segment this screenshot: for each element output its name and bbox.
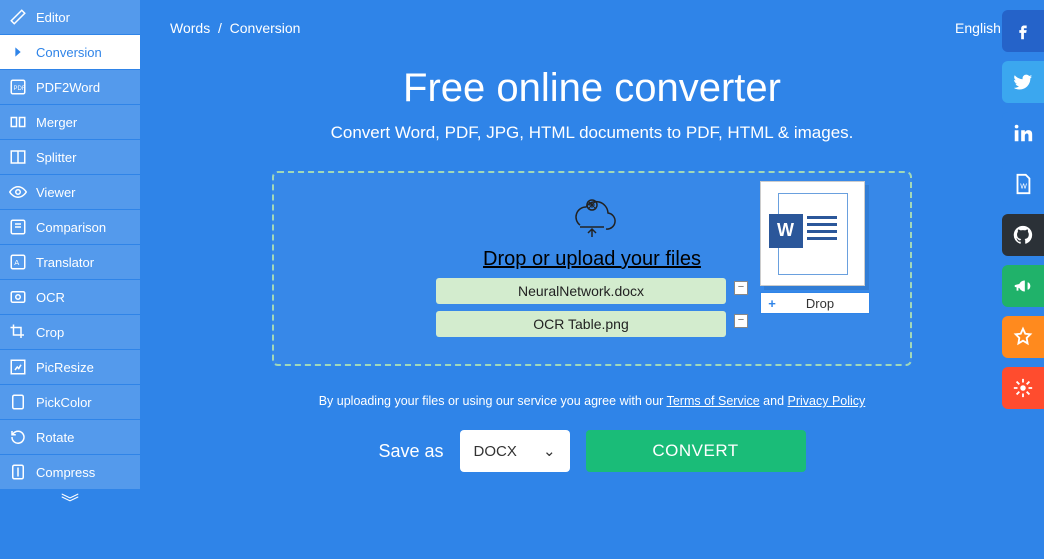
uploaded-file: OCR Table.png [436, 311, 726, 337]
rotate-icon [8, 427, 28, 447]
format-value: DOCX [474, 443, 517, 460]
editor-icon [8, 7, 28, 27]
spark-button[interactable] [1002, 367, 1044, 409]
svg-text:PDF: PDF [14, 86, 26, 92]
github-button[interactable] [1002, 214, 1044, 256]
word-doc-thumbnail[interactable]: W [760, 181, 865, 286]
sidebar-item-rotate[interactable]: Rotate [0, 420, 140, 454]
word-icon: W [769, 214, 803, 248]
svg-text:w: w [1019, 181, 1027, 191]
language-label: English [955, 20, 1001, 36]
sidebar-item-label: PDF2Word [36, 80, 100, 95]
conversion-icon [8, 42, 28, 62]
terms-text: By uploading your files or using our ser… [170, 394, 1014, 408]
announcement-button[interactable] [1002, 265, 1044, 307]
crop-icon [8, 322, 28, 342]
github-icon [1012, 224, 1034, 246]
sidebar: Editor Conversion PDF PDF2Word Merger Sp… [0, 0, 140, 559]
svg-text:A: A [14, 258, 19, 267]
sidebar-item-merger[interactable]: Merger [0, 105, 140, 139]
sidebar-item-label: OCR [36, 290, 65, 305]
sidebar-item-label: Merger [36, 115, 77, 130]
convert-button[interactable]: CONVERT [586, 430, 806, 472]
compare-icon [8, 217, 28, 237]
remove-file-button[interactable]: − [734, 314, 748, 328]
merger-icon [8, 112, 28, 132]
sidebar-item-label: Viewer [36, 185, 76, 200]
sidebar-item-label: Crop [36, 325, 64, 340]
sidebar-item-ocr[interactable]: OCR [0, 280, 140, 314]
topbar: Words / Conversion English ▾ [170, 0, 1014, 56]
megaphone-icon [1012, 275, 1034, 297]
drop-hint[interactable]: + Drop [760, 292, 870, 314]
sidebar-item-comparison[interactable]: Comparison [0, 210, 140, 244]
twitter-button[interactable] [1002, 61, 1044, 103]
sidebar-item-label: Translator [36, 255, 94, 270]
sidebar-item-editor[interactable]: Editor [0, 0, 140, 34]
sidebar-item-compress[interactable]: Compress [0, 455, 140, 489]
picker-icon [8, 392, 28, 412]
main-content: Words / Conversion English ▾ Free online… [140, 0, 1044, 559]
linkedin-icon [1012, 122, 1034, 144]
sidebar-item-pickcolor[interactable]: PickColor [0, 385, 140, 419]
sidebar-expand-button[interactable]: ︾ [0, 490, 140, 516]
chevron-down-icon: ︾ [61, 493, 79, 513]
pdf-icon: PDF [8, 77, 28, 97]
translate-icon: A [8, 252, 28, 272]
chevron-down-icon: ⌄ [543, 442, 556, 460]
sidebar-item-viewer[interactable]: Viewer [0, 175, 140, 209]
sidebar-item-splitter[interactable]: Splitter [0, 140, 140, 174]
breadcrumb-root[interactable]: Words [170, 20, 210, 36]
sidebar-item-translator[interactable]: A Translator [0, 245, 140, 279]
hero: Free online converter Convert Word, PDF,… [170, 66, 1014, 143]
sidebar-item-crop[interactable]: Crop [0, 315, 140, 349]
sidebar-item-label: Comparison [36, 220, 106, 235]
breadcrumb: Words / Conversion [170, 20, 300, 36]
page-subtitle: Convert Word, PDF, JPG, HTML documents t… [170, 123, 1014, 143]
facebook-button[interactable] [1002, 10, 1044, 52]
twitter-icon [1012, 71, 1034, 93]
format-select[interactable]: DOCX ⌄ [460, 430, 570, 472]
breadcrumb-current: Conversion [230, 20, 301, 36]
star-icon [1012, 326, 1034, 348]
sidebar-item-label: Editor [36, 10, 70, 25]
linkedin-button[interactable] [1002, 112, 1044, 154]
compress-icon [8, 462, 28, 482]
terms-of-service-link[interactable]: Terms of Service [667, 394, 760, 408]
dropzone[interactable]: Drop or upload your files NeuralNetwork.… [272, 171, 912, 366]
privacy-policy-link[interactable]: Privacy Policy [788, 394, 866, 408]
sidebar-item-picresize[interactable]: PicResize [0, 350, 140, 384]
cloud-upload-icon [562, 195, 622, 240]
sidebar-item-label: PickColor [36, 395, 92, 410]
save-as-label: Save as [378, 441, 443, 462]
drop-label[interactable]: Drop or upload your files [483, 248, 701, 271]
ocr-icon [8, 287, 28, 307]
drag-overlay: W + Drop [760, 181, 870, 314]
eye-icon [8, 182, 28, 202]
sidebar-item-pdf2word[interactable]: PDF PDF2Word [0, 70, 140, 104]
remove-file-button[interactable]: − [734, 281, 748, 295]
uploaded-file: NeuralNetwork.docx [436, 278, 726, 304]
drop-hint-label: Drop [783, 296, 869, 311]
facebook-icon [1012, 20, 1034, 42]
page-title: Free online converter [170, 66, 1014, 111]
sidebar-item-label: PicResize [36, 360, 94, 375]
sidebar-item-conversion[interactable]: Conversion [0, 35, 140, 69]
social-rail: w [1002, 10, 1044, 409]
sidebar-item-label: Conversion [36, 45, 102, 60]
document-button[interactable]: w [1002, 163, 1044, 205]
document-icon: w [1012, 173, 1034, 195]
sidebar-item-label: Rotate [36, 430, 74, 445]
splitter-icon [8, 147, 28, 167]
sidebar-item-label: Compress [36, 465, 95, 480]
resize-icon [8, 357, 28, 377]
actionbar: Save as DOCX ⌄ CONVERT [170, 430, 1014, 472]
favorite-button[interactable] [1002, 316, 1044, 358]
sidebar-item-label: Splitter [36, 150, 76, 165]
spark-icon [1012, 377, 1034, 399]
plus-icon: + [761, 296, 783, 311]
